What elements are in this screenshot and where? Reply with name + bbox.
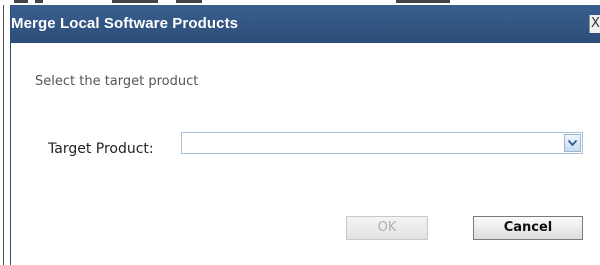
close-button[interactable]: X xyxy=(589,15,600,33)
ok-button[interactable]: OK xyxy=(346,216,428,240)
dialog-title: Merge Local Software Products xyxy=(11,15,239,32)
background-window-border xyxy=(0,5,4,265)
target-product-select[interactable] xyxy=(181,132,583,154)
close-icon: X xyxy=(591,16,600,31)
cancel-button[interactable]: Cancel xyxy=(473,216,583,240)
dropdown-button[interactable] xyxy=(564,134,581,152)
instruction-text: Select the target product xyxy=(35,74,199,89)
target-product-label: Target Product: xyxy=(48,141,154,157)
merge-dialog: Merge Local Software Products X Select t… xyxy=(10,5,600,265)
chevron-down-icon xyxy=(568,140,577,146)
dialog-titlebar[interactable]: Merge Local Software Products X xyxy=(11,5,600,43)
screen: Merge Local Software Products X Select t… xyxy=(0,0,600,265)
